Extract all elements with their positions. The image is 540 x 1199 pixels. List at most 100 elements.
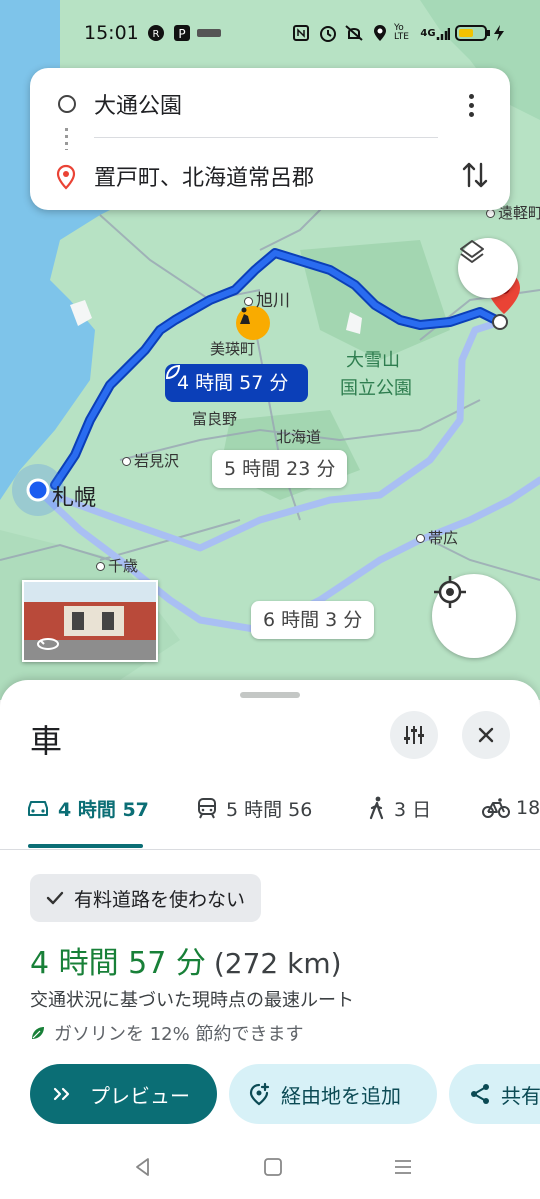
close-button[interactable] — [462, 711, 510, 759]
menu-lines-icon — [395, 1160, 411, 1174]
svg-text:R: R — [153, 29, 160, 40]
construction-icon[interactable] — [236, 306, 270, 340]
route-description: 交通状況に基づいた現時点の最速ルート — [30, 990, 354, 1011]
label-text: 旭川 — [256, 291, 290, 311]
route-summary: 4 時間 57 分 (272 km) — [30, 938, 342, 982]
more-options-button[interactable] — [456, 90, 486, 120]
tab-car[interactable]: 4 時間 57 — [26, 785, 149, 831]
tune-icon — [404, 726, 424, 744]
label-text: 遠軽町 — [498, 204, 540, 222]
preview-button[interactable]: プレビュー — [30, 1064, 217, 1124]
avoid-tolls-label: 有料道路を使わない — [74, 888, 246, 911]
layers-button[interactable] — [458, 238, 518, 298]
origin-input[interactable]: 大通公園 — [94, 88, 182, 120]
back-triangle-icon — [136, 1158, 149, 1176]
map-label-biei: 美瑛町 — [210, 338, 255, 359]
share-button[interactable]: 共有 — [449, 1064, 540, 1124]
crosshair-icon — [434, 576, 466, 608]
car-icon — [28, 801, 48, 816]
tab-walk-label: 3 日 — [394, 798, 432, 821]
travel-mode-title: 車 — [30, 722, 63, 760]
origin-circle-icon — [58, 95, 76, 113]
kebab-dot-icon — [468, 93, 474, 99]
map-label-hokkaido: 北海道 — [276, 428, 322, 446]
bike-icon — [482, 798, 510, 818]
shop-icon — [196, 22, 222, 44]
street-view-thumbnail[interactable] — [22, 580, 158, 662]
status-bar: 15:01 R P Yo LTE 4G — [0, 0, 540, 68]
tabs-divider — [0, 849, 540, 850]
double-chevron-icon — [53, 1087, 70, 1101]
label-text: 帯広 — [428, 529, 459, 547]
charging-icon — [492, 22, 506, 44]
route-dots-icon — [65, 128, 68, 150]
alarm-icon — [318, 22, 338, 44]
r-badge-icon: R — [146, 22, 166, 44]
map-label-furano: 富良野 — [192, 408, 237, 429]
kebab-dot-icon — [468, 111, 474, 117]
avoid-tolls-chip[interactable]: 有料道路を使わない — [30, 874, 262, 922]
label-text: 富良野 — [192, 410, 238, 428]
svg-text:P: P — [178, 27, 185, 41]
destination-marker-icon — [56, 164, 76, 194]
add-stop-button[interactable]: 経由地を追加 — [229, 1064, 437, 1124]
share-icon — [471, 1084, 489, 1104]
label-text: 美瑛町 — [210, 340, 256, 358]
battery-icon — [454, 22, 492, 44]
eco-savings: ガソリンを 12% 節約できます — [30, 1020, 303, 1046]
tab-bike[interactable]: 18 — [482, 785, 540, 831]
tab-car-label: 4 時間 57 — [58, 798, 149, 821]
sheet-drag-handle[interactable] — [240, 692, 300, 698]
eco-leaf-icon — [32, 1027, 44, 1039]
map-label-daisetsuzan: 大雪山 — [346, 350, 400, 371]
add-stop-label: 経由地を追加 — [281, 1083, 401, 1108]
home-square-icon — [264, 1158, 282, 1176]
system-nav-bar — [0, 1140, 540, 1199]
nav-recents-button[interactable] — [392, 1156, 414, 1182]
volte-icon: Yo LTE — [394, 23, 409, 42]
map-label-asahikawa: 旭川 — [244, 286, 290, 311]
tab-transit[interactable]: 5 時間 56 — [196, 785, 312, 831]
map-label-kokuritsu: 国立公園 — [340, 378, 412, 399]
walk-icon — [369, 796, 384, 820]
route-distance: (272 km) — [213, 947, 342, 980]
nav-home-button[interactable] — [262, 1156, 284, 1182]
nfc-icon — [292, 22, 310, 44]
destination-input[interactable]: 置戸町、北海道常呂郡 — [94, 160, 314, 192]
location-icon — [372, 22, 388, 44]
tab-walk[interactable]: 3 日 — [368, 785, 431, 831]
route-options-button[interactable] — [390, 711, 438, 759]
map-label-iwamizawa: 岩見沢 — [122, 450, 179, 471]
my-location-button[interactable] — [432, 574, 516, 658]
kebab-dot-icon — [468, 102, 474, 108]
label-text: 岩見沢 — [134, 452, 180, 470]
tab-transit-label: 5 時間 56 — [226, 798, 313, 821]
nav-back-button[interactable] — [132, 1156, 154, 1182]
parking-icon: P — [172, 22, 192, 44]
route-main-time: 4 時間 57 分 — [177, 372, 289, 394]
status-time: 15:01 — [84, 22, 139, 44]
map-label-chitose: 千歳 — [96, 555, 138, 576]
route-alt2-pill[interactable]: 6 時間 3 分 — [251, 601, 375, 639]
divider — [94, 137, 438, 138]
add-location-icon — [249, 1082, 270, 1106]
check-icon — [46, 891, 64, 905]
map-label-sapporo: 札幌 — [52, 486, 97, 511]
directions-search-card: 大通公園 置戸町、北海道常呂郡 — [30, 68, 510, 210]
label-text: 千歳 — [108, 557, 139, 575]
signal-text: 4G — [420, 27, 436, 39]
train-icon — [198, 798, 216, 819]
swap-button[interactable] — [458, 158, 492, 192]
route-main-pill[interactable]: 4 時間 57 分 — [165, 364, 309, 402]
route-alt1-pill[interactable]: 5 時間 23 分 — [212, 450, 348, 488]
close-icon — [478, 727, 494, 743]
share-label: 共有 — [501, 1083, 540, 1108]
swap-vertical-icon — [462, 162, 488, 188]
preview-label: プレビュー — [90, 1083, 190, 1108]
mute-icon — [343, 22, 365, 44]
map-label-obihiro: 帯広 — [416, 527, 458, 548]
layers-icon — [460, 240, 484, 263]
tab-bike-label: 18 — [516, 797, 540, 819]
route-duration: 4 時間 57 分 — [30, 946, 206, 981]
active-tab-indicator — [28, 844, 143, 848]
